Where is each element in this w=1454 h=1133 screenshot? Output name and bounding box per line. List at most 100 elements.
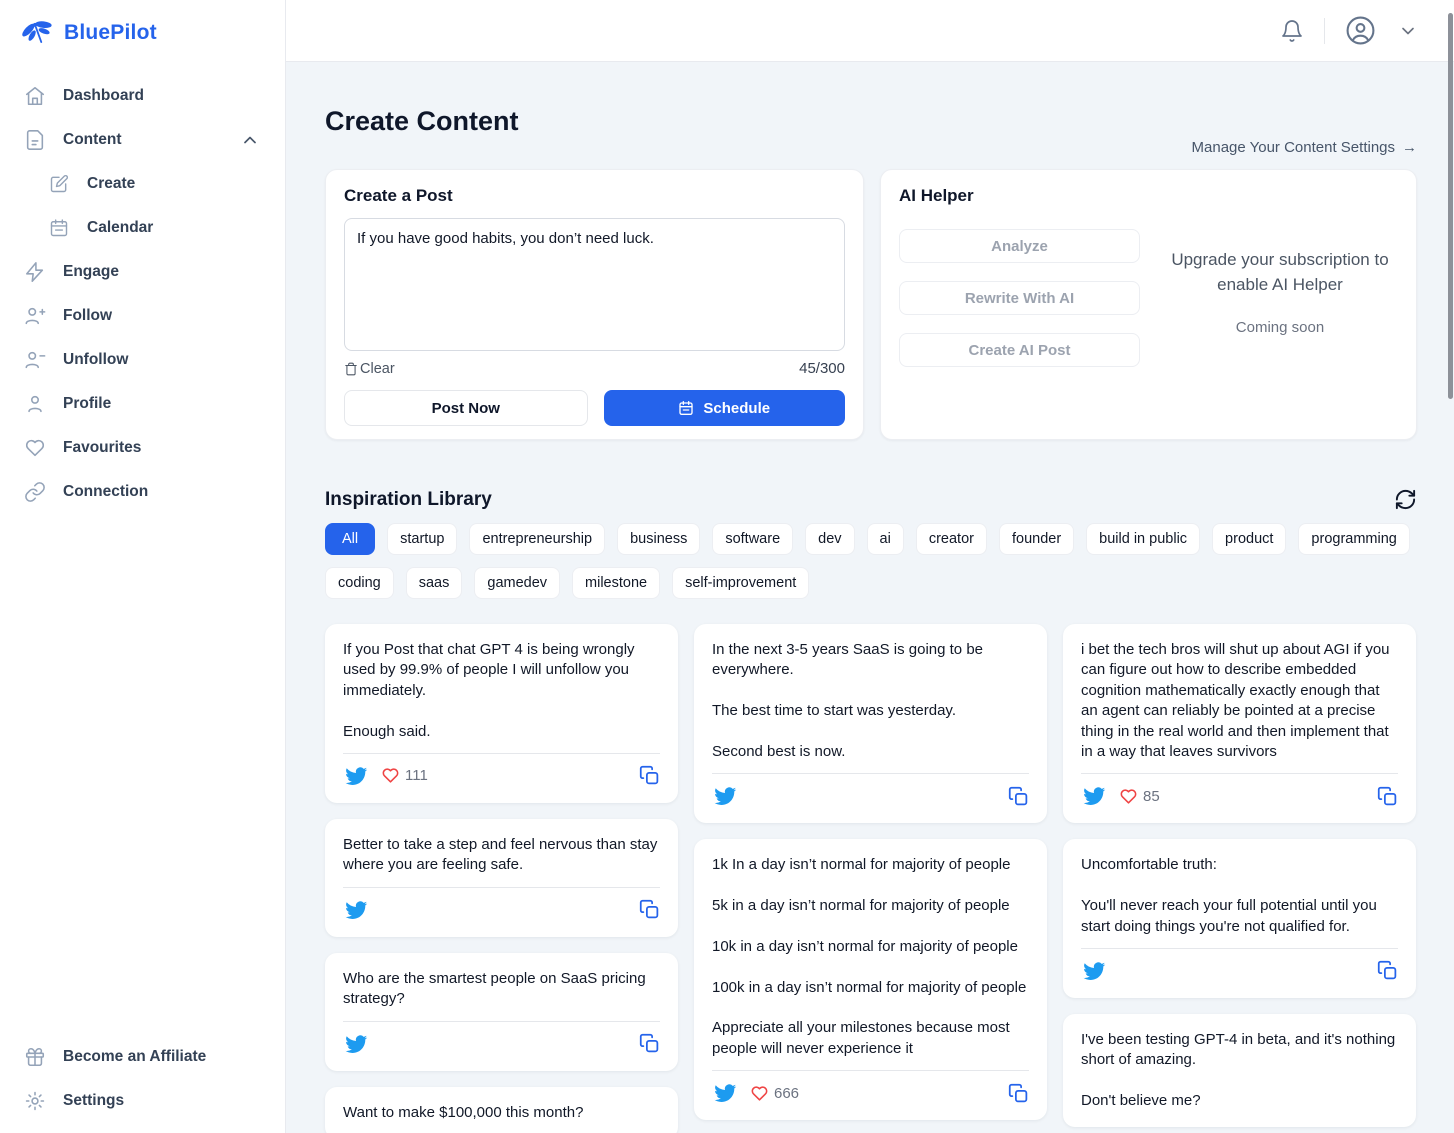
twitter-icon[interactable] xyxy=(712,785,739,807)
sidebar-item-calendar[interactable]: Calendar xyxy=(0,206,285,250)
tweet-card: i bet the tech bros will shut up about A… xyxy=(1063,624,1416,823)
tweet-text: 1k In a day isn’t normal for majority of… xyxy=(712,855,1029,1059)
copy-button[interactable] xyxy=(639,899,660,920)
twitter-icon[interactable] xyxy=(343,765,370,787)
tag-filter-programming[interactable]: programming xyxy=(1298,523,1409,555)
sidebar-item-create[interactable]: Create xyxy=(0,162,285,206)
sidebar-item-label: Follow xyxy=(63,307,112,325)
tag-filter-milestone[interactable]: milestone xyxy=(572,567,660,599)
tweet-text: In the next 3-5 years SaaS is going to b… xyxy=(712,640,1029,762)
lightning-icon xyxy=(24,261,46,283)
app-logo[interactable]: BluePilot xyxy=(0,0,285,48)
twitter-icon[interactable] xyxy=(1081,785,1108,807)
tweet-card: Want to make $100,000 this month? xyxy=(325,1087,678,1133)
vertical-scrollbar[interactable] xyxy=(1448,13,1453,399)
sidebar-item-settings[interactable]: Settings xyxy=(0,1079,285,1123)
sidebar-item-label: Favourites xyxy=(63,439,141,457)
dragonfly-logo-icon xyxy=(21,18,55,48)
like-count-value: 85 xyxy=(1143,788,1160,805)
tweet-card-footer xyxy=(1081,948,1398,982)
copy-button[interactable] xyxy=(1377,960,1398,981)
twitter-icon[interactable] xyxy=(712,1082,739,1104)
account-button[interactable] xyxy=(1343,13,1378,48)
like-count: 85 xyxy=(1119,787,1160,806)
copy-icon xyxy=(639,899,660,920)
tag-filter-ai[interactable]: ai xyxy=(867,523,904,555)
tweet-text: I've been testing GPT-4 in beta, and it'… xyxy=(1081,1030,1398,1112)
copy-button[interactable] xyxy=(639,1033,660,1054)
tag-filter-software[interactable]: software xyxy=(712,523,793,555)
sidebar-nav: Dashboard Content CreateCalendarEngage Foll… xyxy=(0,74,285,514)
tag-filter-row-1: All startup entrepreneurship business softwa… xyxy=(325,523,1417,555)
edit-icon xyxy=(48,174,70,194)
notifications-button[interactable] xyxy=(1278,17,1306,45)
page-content: Create Content Manage Your Content Setti… xyxy=(286,62,1454,1133)
tweet-text: Uncomfortable truth: You'll never reach … xyxy=(1081,855,1398,937)
copy-button[interactable] xyxy=(1377,786,1398,807)
inspiration-column: If you Post that chat GPT 4 is being wro… xyxy=(325,624,678,1133)
sidebar: BluePilot Dashboard Content CreateCalendar… xyxy=(0,0,286,1133)
copy-button[interactable] xyxy=(1008,786,1029,807)
sidebar-item-unfollow[interactable]: Unfollow xyxy=(0,338,285,382)
post-now-button[interactable]: Post Now xyxy=(344,390,588,426)
char-counter: 45/300 xyxy=(799,360,845,377)
create-post-card: Create a Post If you have good habits, y… xyxy=(325,169,864,440)
tag-filter-all[interactable]: All xyxy=(325,523,375,555)
tag-filter-creator[interactable]: creator xyxy=(916,523,987,555)
app-name: BluePilot xyxy=(64,21,157,45)
tweet-card-footer: 111 xyxy=(343,753,660,787)
tweet-card: Uncomfortable truth: You'll never reach … xyxy=(1063,839,1416,998)
tweet-card: I've been testing GPT-4 in beta, and it'… xyxy=(1063,1014,1416,1128)
gift-icon xyxy=(24,1046,46,1068)
sidebar-item-connection[interactable]: Connection xyxy=(0,470,285,514)
refresh-button[interactable] xyxy=(1394,488,1417,511)
tweet-card: In the next 3-5 years SaaS is going to b… xyxy=(694,624,1047,823)
twitter-icon[interactable] xyxy=(343,899,370,921)
ai-helper-buttons: Analyze Rewrite With AI Create AI Post xyxy=(899,216,1140,367)
ai-rewrite-with-ai-button[interactable]: Rewrite With AI xyxy=(899,281,1140,315)
upgrade-subscription-text: Upgrade your subscription to enable AI H… xyxy=(1162,248,1398,297)
sidebar-item-profile[interactable]: Profile xyxy=(0,382,285,426)
copy-button[interactable] xyxy=(1008,1083,1029,1104)
sidebar-item-label: Unfollow xyxy=(63,351,128,369)
sidebar-item-follow[interactable]: Follow xyxy=(0,294,285,338)
copy-button[interactable] xyxy=(639,765,660,786)
tag-filter-founder[interactable]: founder xyxy=(999,523,1074,555)
manage-content-settings-link[interactable]: Manage Your Content Settings → xyxy=(1192,139,1417,156)
schedule-button[interactable]: Schedule xyxy=(604,390,846,426)
tag-filter-gamedev[interactable]: gamedev xyxy=(474,567,560,599)
sidebar-item-favourites[interactable]: Favourites xyxy=(0,426,285,470)
account-menu-toggle[interactable] xyxy=(1396,19,1420,43)
twitter-icon[interactable] xyxy=(343,1033,370,1055)
ai-analyze-button[interactable]: Analyze xyxy=(899,229,1140,263)
tag-filter-coding[interactable]: coding xyxy=(325,567,394,599)
clear-button[interactable]: Clear xyxy=(344,361,395,377)
tweet-text: Better to take a step and feel nervous t… xyxy=(343,835,660,876)
tweet-card: Better to take a step and feel nervous t… xyxy=(325,819,678,937)
tag-filter-startup[interactable]: startup xyxy=(387,523,457,555)
user-minus-icon xyxy=(24,349,46,371)
user-icon xyxy=(24,393,46,415)
tag-filter-entrepreneurship[interactable]: entrepreneurship xyxy=(469,523,605,555)
tag-filter-self-improvement[interactable]: self-improvement xyxy=(672,567,809,599)
tag-filter-saas[interactable]: saas xyxy=(406,567,463,599)
ai-helper-card: AI Helper AnalyzeRewrite With AICreate A… xyxy=(880,169,1417,440)
sidebar-item-label: Settings xyxy=(63,1092,124,1110)
ai-create-ai-post-button[interactable]: Create AI Post xyxy=(899,333,1140,367)
refresh-icon xyxy=(1394,488,1417,511)
sidebar-item-become-an-affiliate[interactable]: Become an Affiliate xyxy=(0,1035,285,1079)
twitter-icon[interactable] xyxy=(1081,960,1108,982)
tweet-card: If you Post that chat GPT 4 is being wro… xyxy=(325,624,678,803)
post-textarea[interactable]: If you have good habits, you don’t need … xyxy=(344,218,845,351)
tweet-text: Want to make $100,000 this month? xyxy=(343,1103,660,1123)
tag-filter-dev[interactable]: dev xyxy=(805,523,854,555)
tag-filter-build-in-public[interactable]: build in public xyxy=(1086,523,1200,555)
tag-filter-product[interactable]: product xyxy=(1212,523,1286,555)
tag-filter-business[interactable]: business xyxy=(617,523,700,555)
copy-icon xyxy=(1377,786,1398,807)
sidebar-item-engage[interactable]: Engage xyxy=(0,250,285,294)
sidebar-item-label: Content xyxy=(63,131,122,149)
sidebar-item-content[interactable]: Content xyxy=(0,118,285,162)
sidebar-item-dashboard[interactable]: Dashboard xyxy=(0,74,285,118)
sidebar-item-label: Profile xyxy=(63,395,111,413)
